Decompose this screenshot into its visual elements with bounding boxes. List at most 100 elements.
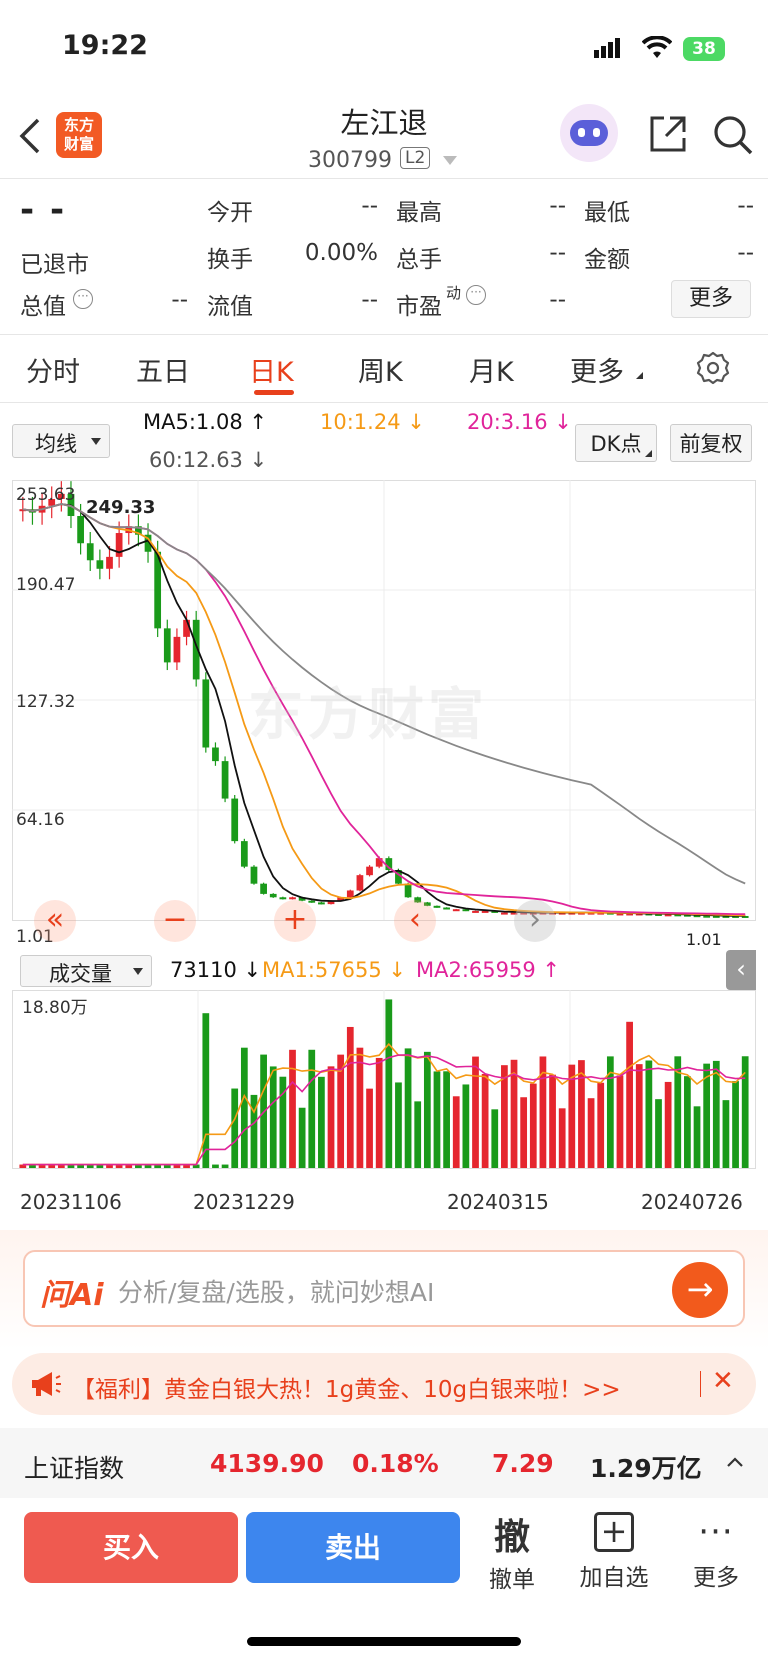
scroll-left-button[interactable]: ‹ bbox=[394, 900, 436, 942]
candle-body bbox=[106, 556, 113, 569]
info-icon[interactable]: ··· bbox=[466, 285, 486, 305]
divider bbox=[700, 1371, 701, 1397]
volume-bar bbox=[404, 1048, 412, 1168]
ma5-value: MA5:1.08 ↑ bbox=[143, 410, 267, 434]
tab-five-day[interactable]: 五日 bbox=[136, 350, 190, 389]
volume-bar bbox=[452, 1096, 460, 1168]
share-icon[interactable] bbox=[648, 114, 688, 154]
volume-bar bbox=[212, 1164, 219, 1168]
volume-bar bbox=[395, 1082, 402, 1168]
settings-gear-icon[interactable] bbox=[696, 351, 730, 385]
volume-bar bbox=[462, 1084, 470, 1168]
volume-bar bbox=[645, 1060, 653, 1168]
low-label: 最低 bbox=[584, 200, 630, 226]
volume-bar bbox=[568, 1064, 576, 1168]
ai-robot-icon[interactable] bbox=[560, 104, 618, 162]
candle-body bbox=[501, 912, 508, 915]
volume-chart[interactable] bbox=[12, 990, 756, 1186]
pe-value: -- bbox=[549, 287, 566, 313]
amount-value: -- bbox=[737, 240, 754, 266]
ma60-value: 60:12.63 ↓ bbox=[149, 448, 267, 472]
more-quote-button[interactable]: 更多 bbox=[671, 280, 751, 318]
volume-bar bbox=[423, 1051, 431, 1168]
tab-intraday[interactable]: 分时 bbox=[26, 350, 80, 389]
vol-ma2-value: MA2:65959 ↑ bbox=[416, 958, 560, 982]
volume-bar bbox=[693, 1106, 701, 1168]
volume-bar bbox=[626, 1021, 633, 1168]
active-tab-indicator bbox=[254, 390, 294, 395]
arrow-down-icon: ↓ bbox=[407, 410, 425, 434]
chevron-up-icon[interactable] bbox=[726, 1456, 744, 1468]
zoom-in-button[interactable]: + bbox=[274, 900, 316, 942]
status-time: 19:22 bbox=[62, 30, 148, 61]
status-bar: 19:22 38 bbox=[0, 0, 768, 90]
volume-selector-label: 成交量 bbox=[49, 962, 112, 986]
open-label: 今开 bbox=[207, 200, 253, 226]
candle-body bbox=[346, 890, 354, 898]
corner-triangle-icon bbox=[645, 450, 652, 457]
candle-body bbox=[96, 560, 104, 569]
volume-label: 总手 bbox=[396, 247, 442, 273]
volume-bar bbox=[385, 999, 393, 1168]
volume-bar bbox=[443, 1071, 450, 1168]
high-value: -- bbox=[549, 193, 566, 219]
add-watchlist-label: 加自选 bbox=[579, 1565, 649, 1591]
promo-text[interactable]: 【福利】黄金白银大热！1g黄金、10g白银来啦！>> bbox=[72, 1370, 621, 1404]
search-icon[interactable] bbox=[712, 114, 754, 156]
candle-body bbox=[366, 866, 373, 876]
vol-ma1-value: MA1:57655 ↓ bbox=[262, 958, 406, 982]
volume-bar bbox=[269, 1066, 277, 1168]
volume-bar bbox=[501, 1065, 508, 1168]
more-menu-button[interactable]: ··· 更多 bbox=[686, 1512, 746, 1596]
volume-bar bbox=[231, 1088, 239, 1168]
dk-label: DK点 bbox=[590, 432, 642, 456]
candle-body bbox=[231, 798, 239, 842]
candle-body bbox=[260, 883, 267, 894]
arrow-right-icon[interactable]: → bbox=[672, 1262, 728, 1318]
collapse-panel-button[interactable]: ‹ bbox=[726, 950, 756, 990]
close-icon[interactable]: ✕ bbox=[712, 1366, 734, 1396]
candle-body bbox=[163, 628, 171, 663]
info-icon[interactable]: ··· bbox=[73, 289, 93, 309]
scroll-left-fast-button[interactable]: « bbox=[34, 900, 76, 942]
volume-bar bbox=[549, 1074, 556, 1168]
volume-value: 73110 ↓ bbox=[170, 958, 261, 982]
zoom-out-button[interactable]: − bbox=[154, 900, 196, 942]
ma5-text: MA5:1.08 bbox=[143, 410, 243, 434]
volume-bar bbox=[481, 1073, 489, 1168]
volume-bar bbox=[722, 1100, 730, 1168]
candle-body bbox=[221, 761, 229, 799]
volume-bar bbox=[597, 1082, 605, 1168]
candle-body bbox=[173, 636, 181, 663]
buy-button[interactable]: 买入 bbox=[24, 1512, 238, 1583]
add-watchlist-button[interactable]: + 加自选 bbox=[574, 1512, 654, 1596]
y-tick-label: 253.63 bbox=[16, 485, 76, 505]
pe-label: 市盈 bbox=[396, 294, 442, 320]
volume-selector[interactable]: 成交量 bbox=[20, 955, 152, 987]
level-badge[interactable]: L2 bbox=[400, 147, 431, 169]
sell-button[interactable]: 卖出 bbox=[246, 1512, 460, 1583]
volume-bar bbox=[684, 1076, 691, 1168]
candle-body bbox=[452, 909, 460, 912]
scroll-right-button[interactable]: › bbox=[514, 900, 556, 942]
dk-point-button[interactable]: DK点 bbox=[575, 424, 657, 462]
chevron-down-icon[interactable] bbox=[443, 156, 457, 165]
volume-bar bbox=[472, 1056, 479, 1168]
volume-bar bbox=[558, 1108, 566, 1168]
candle-body bbox=[269, 893, 277, 898]
tab-weekly-k[interactable]: 周K bbox=[358, 350, 403, 389]
volume-bar bbox=[289, 1049, 296, 1168]
vol-ma2-text: MA2:65959 bbox=[416, 958, 536, 982]
ma-selector[interactable]: 均线 bbox=[12, 424, 110, 458]
ma60-text: 60:12.63 bbox=[149, 448, 243, 472]
candle-body bbox=[443, 907, 450, 910]
ai-search-placeholder[interactable]: 分析/复盘/选股，就问妙想AI bbox=[118, 1273, 434, 1309]
vol-ma1-text: MA1:57655 bbox=[262, 958, 382, 982]
battery-icon: 38 bbox=[683, 37, 725, 61]
tab-daily-k[interactable]: 日K bbox=[249, 350, 294, 389]
candle-body bbox=[77, 516, 84, 544]
tab-more[interactable]: 更多 bbox=[570, 350, 624, 389]
price-adjust-button[interactable]: 前复权 bbox=[670, 424, 752, 462]
cancel-order-button[interactable]: 撤 撤单 bbox=[480, 1508, 544, 1593]
tab-monthly-k[interactable]: 月K bbox=[469, 350, 514, 389]
